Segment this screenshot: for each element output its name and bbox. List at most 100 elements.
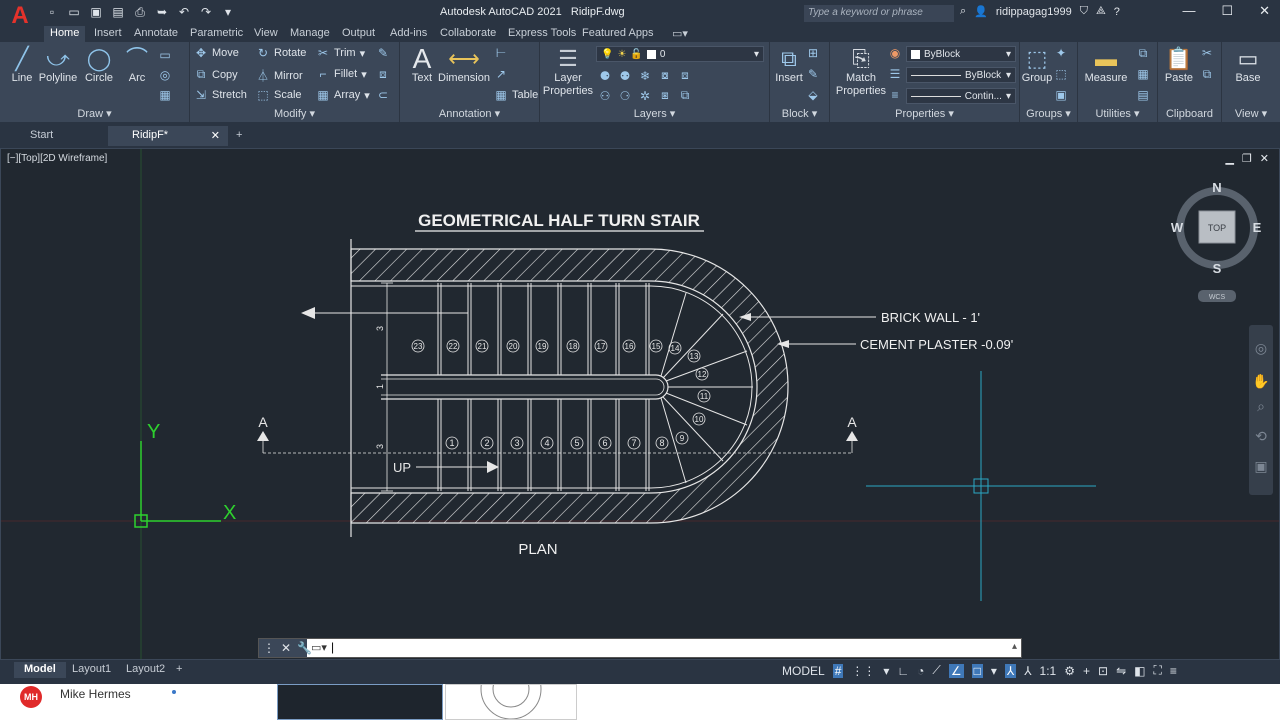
layer-match-icon[interactable]: ⧈ xyxy=(678,68,692,83)
more-icon[interactable]: ▾ xyxy=(220,4,236,20)
close-tab-icon[interactable]: ✕ xyxy=(211,129,220,142)
drawing-viewport[interactable]: [−][Top][2D Wireframe] ▁ ❐ ✕ Y X GEOMETR… xyxy=(0,148,1280,660)
cut-button[interactable]: ✂ xyxy=(1200,46,1214,60)
gradient-button[interactable]: ▦ xyxy=(158,88,172,102)
block-attribute-button[interactable]: ⬙ xyxy=(806,88,820,102)
add-layout-button[interactable]: + xyxy=(170,662,188,678)
mirror-button[interactable]: ⏃ Mirror xyxy=(256,67,303,84)
drag-handle-icon[interactable]: ⋮ xyxy=(263,641,275,655)
multileader-button[interactable]: ↗ xyxy=(494,67,508,81)
layer-isolate-icon[interactable]: ⚉ xyxy=(618,69,632,83)
object-snap-tracking-icon[interactable]: ∠ xyxy=(948,663,964,678)
open-icon[interactable]: ▭ xyxy=(66,4,82,20)
color-dropdown[interactable]: ByBlock ▾ xyxy=(906,46,1016,62)
close-command-icon[interactable]: ✕ xyxy=(281,641,291,655)
snap-icon[interactable]: ⋮⋮ xyxy=(851,664,875,678)
leader-button[interactable]: ⊢ xyxy=(494,46,508,60)
line-button[interactable]: ╱ Line xyxy=(6,44,38,85)
autodesk-app-icon[interactable]: ⟁ xyxy=(1096,5,1106,18)
isodraft-icon[interactable]: ⟋ xyxy=(932,663,940,678)
search-input[interactable]: Type a keyword or phrase xyxy=(804,5,954,22)
model-space-button[interactable]: MODEL xyxy=(782,664,825,678)
tab-express-tools[interactable]: Express Tools xyxy=(502,26,582,42)
redo-icon[interactable]: ↷ xyxy=(198,4,214,20)
workspace-gear-icon[interactable]: ⚙ xyxy=(1064,664,1075,678)
table-button[interactable]: ▦ Table xyxy=(494,88,538,102)
tab-view[interactable]: View xyxy=(248,26,284,42)
linetype-icon[interactable]: ≡ xyxy=(888,88,902,102)
offset-button[interactable]: ⊂ xyxy=(376,88,390,102)
tab-parametric[interactable]: Parametric xyxy=(184,26,249,42)
user-icon[interactable]: 👤 xyxy=(974,5,988,18)
isolate-objects-icon[interactable]: ◧ xyxy=(1134,664,1145,678)
command-line[interactable]: ⋮ ✕ 🔧 ▭▾ | ▴ xyxy=(258,638,1022,658)
ribbon-options-icon[interactable]: ▭▾ xyxy=(666,26,694,42)
modify-panel-title[interactable]: Modify ▾ xyxy=(190,107,399,120)
layer-unlock-icon[interactable]: ⧆ xyxy=(658,88,672,103)
maximize-icon[interactable]: ☐ xyxy=(1221,3,1233,19)
user-name[interactable]: ridippagag1999 xyxy=(996,6,1072,18)
quick-properties-icon[interactable]: ⇋ xyxy=(1116,664,1126,678)
layer-thaw-icon[interactable]: ✲ xyxy=(638,89,652,103)
units-icon[interactable]: ⊡ xyxy=(1098,664,1108,678)
share-icon[interactable]: ➥ xyxy=(154,4,170,20)
match-properties-button[interactable]: ⎘ Match Properties xyxy=(832,44,890,98)
new-tab-button[interactable]: + xyxy=(228,126,250,146)
tab-collaborate[interactable]: Collaborate xyxy=(434,26,502,42)
insert-button[interactable]: ⧉ Insert xyxy=(772,44,806,85)
annotation-panel-title[interactable]: Annotation ▾ xyxy=(400,107,539,120)
tab-start[interactable]: Start xyxy=(6,126,77,146)
tab-ridipf[interactable]: RidipF* ✕ xyxy=(108,126,228,146)
avatar[interactable]: MH xyxy=(20,686,42,708)
polyline-button[interactable]: ⤻ Polyline xyxy=(38,44,78,85)
lineweight-dropdown[interactable]: ByBlock ▾ xyxy=(906,67,1016,83)
scale-button[interactable]: ⬚ Scale xyxy=(256,88,301,102)
group-select-button[interactable]: ▣ xyxy=(1054,88,1068,102)
grid-icon[interactable]: # xyxy=(832,663,844,678)
layer-off-icon[interactable]: ⚈ xyxy=(598,69,612,83)
lineweight-toggle-icon[interactable]: ▾ xyxy=(991,664,997,678)
ungroup-button[interactable]: ✦ xyxy=(1054,46,1068,60)
properties-panel-title[interactable]: Properties ▾ xyxy=(830,107,1019,120)
object-snap-icon[interactable]: □ xyxy=(971,663,983,678)
layer-freeze-icon[interactable]: ❄ xyxy=(638,69,652,83)
group-edit-button[interactable]: ⬚ xyxy=(1054,67,1068,81)
view-panel-title[interactable]: View ▾ xyxy=(1222,107,1280,120)
utilities-panel-title[interactable]: Utilities ▾ xyxy=(1078,107,1157,120)
dimension-button[interactable]: ⟷ Dimension xyxy=(438,44,490,85)
annotation-monitor-icon[interactable]: + xyxy=(1083,664,1090,678)
close-icon[interactable]: ✕ xyxy=(1259,3,1270,19)
layer-unisolate-icon[interactable]: ⚆ xyxy=(618,89,632,103)
rotate-button[interactable]: ↻ Rotate xyxy=(256,46,306,60)
layers-panel-title[interactable]: Layers ▾ xyxy=(540,107,769,120)
quick-select-button[interactable]: ⧉ xyxy=(1136,46,1150,61)
drawing-canvas[interactable]: Y X GEOMETRICAL HALF TURN STAIR 3 1 3 1 … xyxy=(1,149,1279,659)
explode-button[interactable]: ⧈ xyxy=(376,67,390,82)
group-button[interactable]: ⬚ Group xyxy=(1020,44,1054,85)
save-icon[interactable]: ▣ xyxy=(88,4,104,20)
tab-annotate[interactable]: Annotate xyxy=(128,26,184,42)
tab-insert[interactable]: Insert xyxy=(88,26,128,42)
layer-properties-button[interactable]: ☰ Layer Properties xyxy=(542,44,594,98)
window-thumbnail-2[interactable] xyxy=(445,658,577,720)
layer-on-icon[interactable]: ⚇ xyxy=(598,89,612,103)
tab-featured-apps[interactable]: Featured Apps xyxy=(576,26,660,42)
polar-icon[interactable]: ◔ xyxy=(917,664,924,678)
user-display-name[interactable]: Mike Hermes xyxy=(60,687,131,701)
rectangle-button[interactable]: ▭ xyxy=(158,48,172,62)
object-color-icon[interactable]: ◉ xyxy=(888,46,902,60)
cart-icon[interactable]: ⛉ xyxy=(1080,5,1088,18)
tab-model[interactable]: Model xyxy=(14,662,66,678)
block-panel-title[interactable]: Block ▾ xyxy=(770,107,829,120)
paste-button[interactable]: 📋 Paste xyxy=(1162,44,1196,85)
select-all-button[interactable]: ▦ xyxy=(1136,67,1150,81)
copy-clip-button[interactable]: ⧉ xyxy=(1200,67,1214,82)
tab-manage[interactable]: Manage xyxy=(284,26,336,42)
window-thumbnail-1[interactable] xyxy=(277,684,443,720)
save-as-icon[interactable]: ▤ xyxy=(110,4,126,20)
stretch-button[interactable]: ⇲ Stretch xyxy=(194,88,247,102)
command-prompt-icon[interactable]: ▭▾ xyxy=(311,641,327,654)
move-button[interactable]: ✥ Move xyxy=(194,46,239,60)
text-button[interactable]: A Text xyxy=(404,44,440,85)
arc-button[interactable]: ⌒ Arc xyxy=(120,44,154,85)
